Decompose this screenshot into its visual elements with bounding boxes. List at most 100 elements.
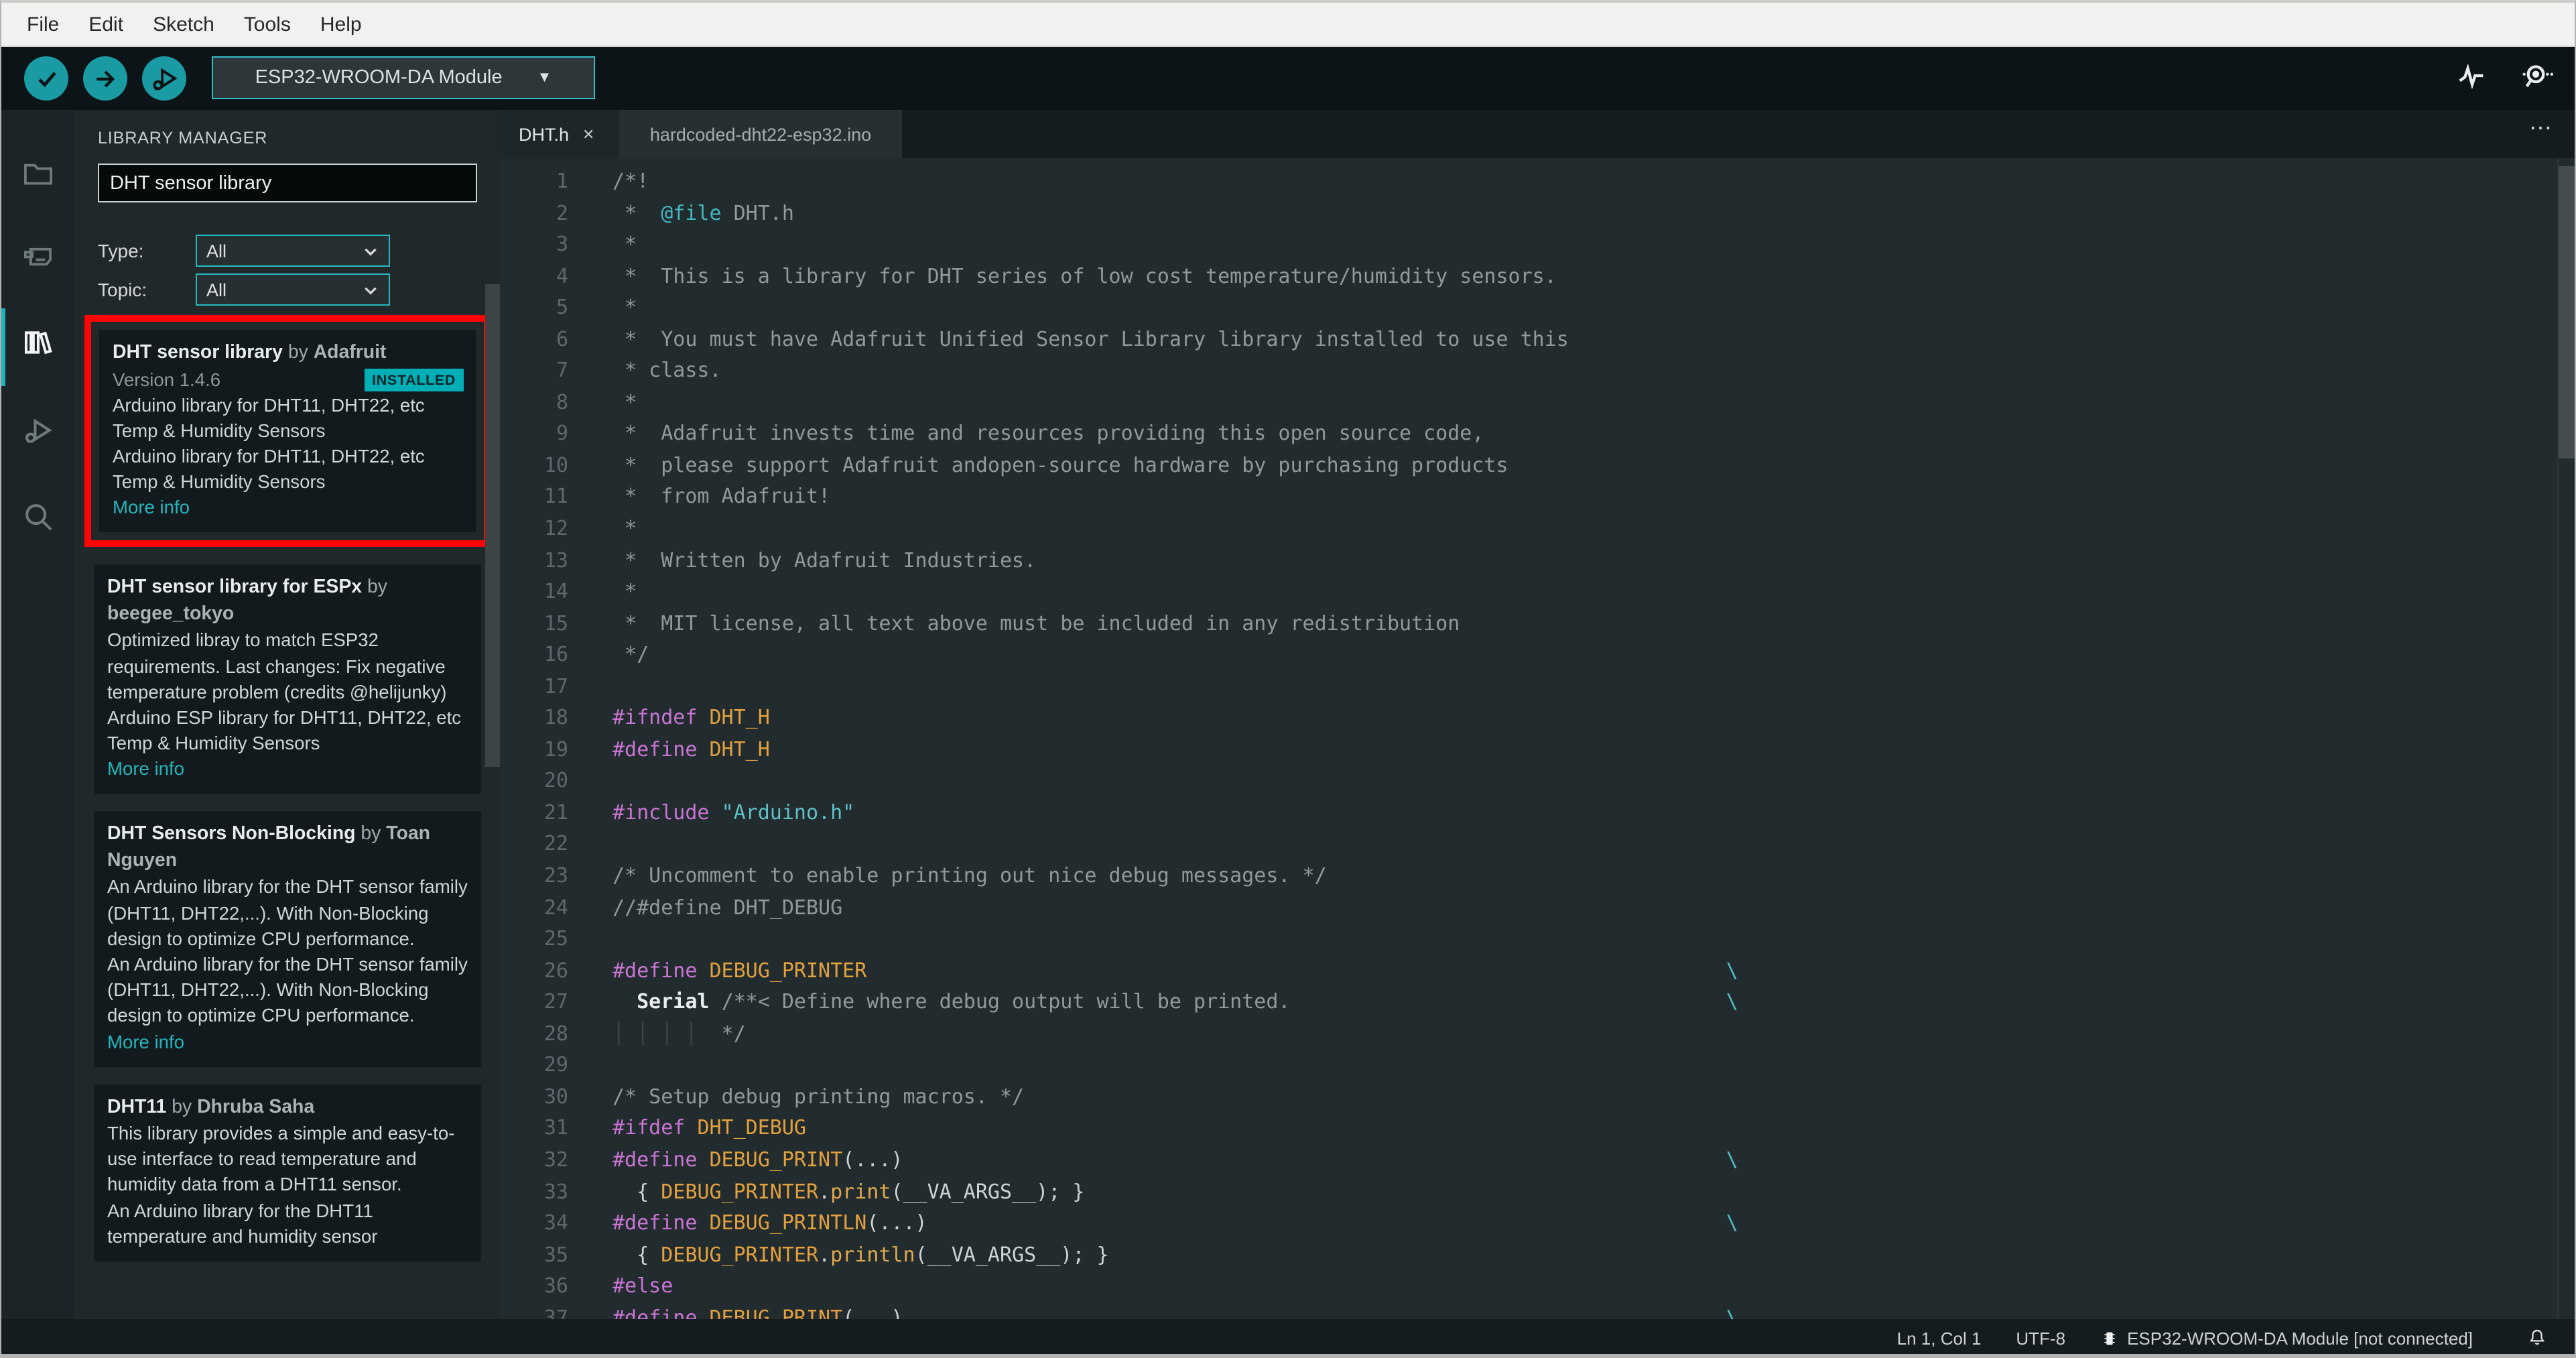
line-number: 24: [543, 895, 568, 920]
more-info-link[interactable]: More info: [107, 757, 468, 782]
editor-scrollbar-thumb[interactable]: [2559, 166, 2575, 458]
code-line: │ │ │ │ */: [613, 1021, 746, 1046]
more-info-link[interactable]: More info: [113, 495, 462, 521]
library-entry-description: Optimized libray to match ESP32 requirem…: [107, 630, 447, 702]
code-line: *: [613, 579, 637, 604]
line-number: 21: [543, 800, 568, 824]
code-line: #else: [613, 1274, 673, 1298]
library-entry[interactable]: DHT Sensors Non-Blocking by Toan Nguyen A…: [94, 811, 481, 1067]
chevron-down-icon: [362, 281, 379, 298]
line-number: 13: [543, 548, 568, 572]
chip-icon: [2100, 1328, 2119, 1348]
library-entry-title: DHT sensor library for ESPx by beegee_to…: [107, 576, 387, 625]
library-entry[interactable]: DHT sensor library by Adafruit Version 1.…: [99, 330, 476, 533]
debug-button[interactable]: [142, 56, 186, 101]
verify-button[interactable]: [24, 56, 68, 101]
boards-manager-icon[interactable]: [20, 239, 56, 275]
board-status-text: ESP32-WROOM-DA Module [not connected]: [2127, 1328, 2473, 1348]
library-entry-description: Arduino ESP library for DHT11, DHT22, et…: [107, 707, 462, 754]
code-line: #define DEBUG_PRINT(...) \: [613, 1305, 1738, 1319]
code-line: * Adafruit invests time and resources pr…: [613, 421, 1484, 446]
line-number: 17: [543, 674, 568, 698]
line-number: 35: [543, 1242, 568, 1267]
more-actions-icon[interactable]: ⋯: [2529, 115, 2553, 142]
code-line: * from Adafruit!: [613, 484, 831, 509]
code-line: { DEBUG_PRINTER.print(__VA_ARGS__); }: [613, 1179, 1085, 1203]
panel-title: LIBRARY MANAGER: [98, 129, 268, 147]
line-number-gutter: 1 2 3 4 5 6 7 8 9 10 11 12 13 14 15 16 17 18 19 20 21 22 23 24 2…: [500, 166, 583, 1319]
code-line: *: [613, 232, 637, 257]
notifications-bell-icon[interactable]: [2526, 1327, 2548, 1349]
code-line: { DEBUG_PRINTER.println(__VA_ARGS__); }: [613, 1242, 1109, 1267]
line-number: 28: [543, 1021, 568, 1046]
menu-help[interactable]: Help: [306, 3, 377, 45]
library-entry[interactable]: DHT sensor library for ESPx by beegee_to…: [94, 564, 481, 794]
line-number: 36: [543, 1274, 568, 1298]
sketchbook-folder-icon[interactable]: [20, 156, 56, 192]
serial-monitor-icon[interactable]: [2518, 59, 2553, 94]
library-entry-description: Arduino library for DHT11, DHT22, etc Te…: [113, 446, 425, 493]
menu-sketch[interactable]: Sketch: [138, 3, 229, 45]
installed-badge: INSTALLED: [364, 369, 464, 391]
code-line: #include "Arduino.h": [613, 800, 855, 824]
close-icon[interactable]: ✕: [582, 125, 594, 143]
library-manager-icon[interactable]: [20, 324, 56, 361]
line-number: 7: [556, 358, 568, 383]
library-entry-description: Arduino library for DHT11, DHT22, etc Te…: [113, 395, 425, 441]
type-select[interactable]: All: [196, 235, 390, 267]
tab-sketch-ino[interactable]: hardcoded-dht22-esp32.ino: [619, 110, 902, 158]
library-entry[interactable]: DHT11 by Dhruba Saha This library provide…: [94, 1084, 481, 1262]
code-line: * please support Adafruit andopen-source…: [613, 452, 1508, 477]
editor-scrollbar-track[interactable]: [2557, 158, 2575, 1319]
board-selector[interactable]: ESP32-WROOM-DA Module ▼: [212, 56, 595, 99]
active-panel-indicator: [1, 308, 5, 386]
debug-sidebar-icon[interactable]: [20, 413, 56, 449]
arrow-right-icon: [90, 64, 120, 93]
code-line: #define DHT_H: [613, 737, 770, 761]
line-number: 1: [556, 169, 568, 193]
line-number: 16: [543, 642, 568, 667]
board-status[interactable]: ESP32-WROOM-DA Module [not connected]: [2100, 1328, 2473, 1348]
code-line: #define DEBUG_PRINT(...) \: [613, 1147, 1738, 1172]
line-number: 22: [543, 831, 568, 856]
chevron-down-icon: ▼: [537, 70, 552, 86]
line-number: 14: [543, 579, 568, 604]
topic-select[interactable]: All: [196, 273, 390, 306]
encoding[interactable]: UTF-8: [2016, 1328, 2065, 1348]
code-editor[interactable]: 1 2 3 4 5 6 7 8 9 10 11 12 13 14 15 16 17 18 19 20 21 22 23 24 2…: [500, 158, 2575, 1319]
line-number: 8: [556, 389, 568, 414]
upload-button[interactable]: [83, 56, 127, 101]
library-entry-title: DHT sensor library by Adafruit: [113, 342, 387, 363]
library-entry-description: An Arduino library for the DHT sensor fa…: [107, 954, 468, 1026]
line-number: 9: [556, 421, 568, 446]
code-line: *: [613, 516, 637, 541]
cursor-position[interactable]: Ln 1, Col 1: [1897, 1328, 1982, 1348]
highlight-annotation-box: DHT sensor library by Adafruit Version 1.…: [84, 315, 491, 548]
library-search-input[interactable]: [98, 164, 477, 202]
library-entry-title: DHT Sensors Non-Blocking by Toan Nguyen: [107, 823, 430, 871]
code-line: //#define DHT_DEBUG: [613, 895, 843, 920]
tab-bar: DHT.h ✕ hardcoded-dht22-esp32.ino ⋯: [500, 110, 2575, 158]
menu-file[interactable]: File: [12, 3, 74, 45]
line-number: 23: [543, 863, 568, 888]
serial-plotter-icon[interactable]: [2454, 59, 2489, 94]
editor-area: DHT.h ✕ hardcoded-dht22-esp32.ino ⋯ 1 23 4…: [500, 110, 2575, 1319]
search-icon[interactable]: [20, 499, 56, 535]
panel-scrollbar-thumb[interactable]: [485, 284, 500, 767]
line-number: 4: [556, 263, 568, 288]
code-line: *: [613, 389, 637, 414]
menu-tools[interactable]: Tools: [229, 3, 306, 45]
code-line: *: [613, 295, 637, 320]
library-manager-panel: LIBRARY MANAGER Type: All Topic: All DHT…: [75, 110, 500, 1319]
menu-edit[interactable]: Edit: [74, 3, 138, 45]
check-icon: [31, 64, 61, 93]
tab-dht-h[interactable]: DHT.h ✕: [500, 110, 619, 158]
more-info-link[interactable]: More info: [107, 1029, 468, 1054]
library-entry-description: This library provides a simple and easy-…: [107, 1123, 455, 1195]
line-number: 37: [543, 1305, 568, 1319]
tab-label: DHT.h: [519, 124, 570, 144]
activity-bar: [1, 110, 75, 1319]
code-line: * This is a library for DHT series of lo…: [613, 263, 1557, 288]
